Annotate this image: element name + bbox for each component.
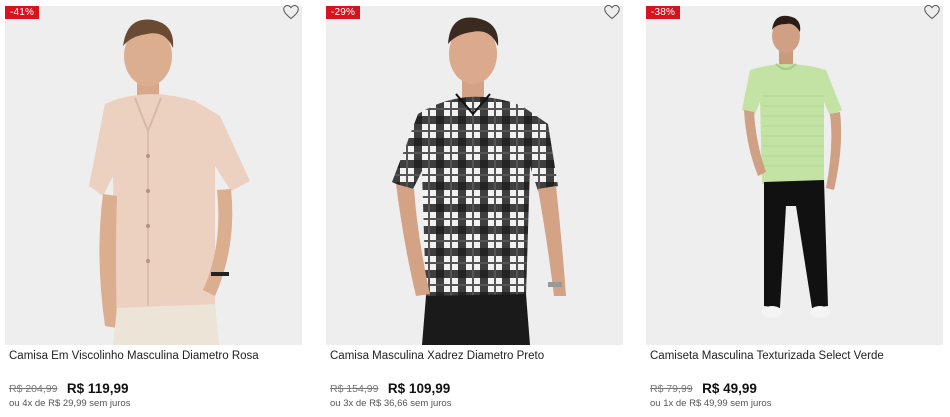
- discount-badge: -41%: [5, 6, 40, 19]
- price-row: R$ 154,99 R$ 109,99: [330, 380, 450, 398]
- current-price: R$ 109,99: [387, 381, 451, 397]
- product-card[interactable]: -29% Camisa Masculina Xadrez Diametro Pr…: [326, 0, 623, 417]
- product-image[interactable]: [326, 6, 623, 345]
- shirt-pink-photo: [5, 6, 302, 345]
- product-card[interactable]: -38% Camiseta Masculina Texturizada Sele…: [646, 0, 943, 417]
- price-row: R$ 79,99 R$ 49,99: [650, 380, 757, 398]
- product-card[interactable]: -41% Camisa Em Viscolinho Masculina Diam…: [5, 0, 302, 417]
- product-image[interactable]: [5, 6, 302, 345]
- product-title[interactable]: Camiseta Masculina Texturizada Select Ve…: [650, 350, 942, 362]
- product-title[interactable]: Camisa Masculina Xadrez Diametro Preto: [330, 350, 622, 362]
- old-price: R$ 154,99: [330, 382, 379, 395]
- heart-outline-icon[interactable]: [282, 4, 300, 20]
- heart-outline-icon[interactable]: [603, 4, 621, 20]
- shirt-plaid-photo: [326, 6, 623, 345]
- current-price: R$ 49,99: [702, 381, 757, 397]
- installments-text: ou 4x de R$ 29,99 sem juros: [9, 398, 131, 409]
- discount-badge: -29%: [326, 6, 361, 19]
- old-price: R$ 79,99: [650, 382, 693, 395]
- current-price: R$ 119,99: [66, 381, 129, 397]
- tshirt-green-photo: [646, 6, 943, 345]
- product-image[interactable]: [646, 6, 943, 345]
- discount-badge: -38%: [646, 6, 681, 19]
- old-price: R$ 204,99: [9, 382, 58, 395]
- product-title[interactable]: Camisa Em Viscolinho Masculina Diametro …: [9, 350, 301, 362]
- installments-text: ou 3x de R$ 36,66 sem juros: [330, 398, 452, 409]
- heart-outline-icon[interactable]: [923, 4, 941, 20]
- price-row: R$ 204,99 R$ 119,99: [9, 380, 128, 398]
- installments-text: ou 1x de R$ 49,99 sem juros: [650, 398, 772, 409]
